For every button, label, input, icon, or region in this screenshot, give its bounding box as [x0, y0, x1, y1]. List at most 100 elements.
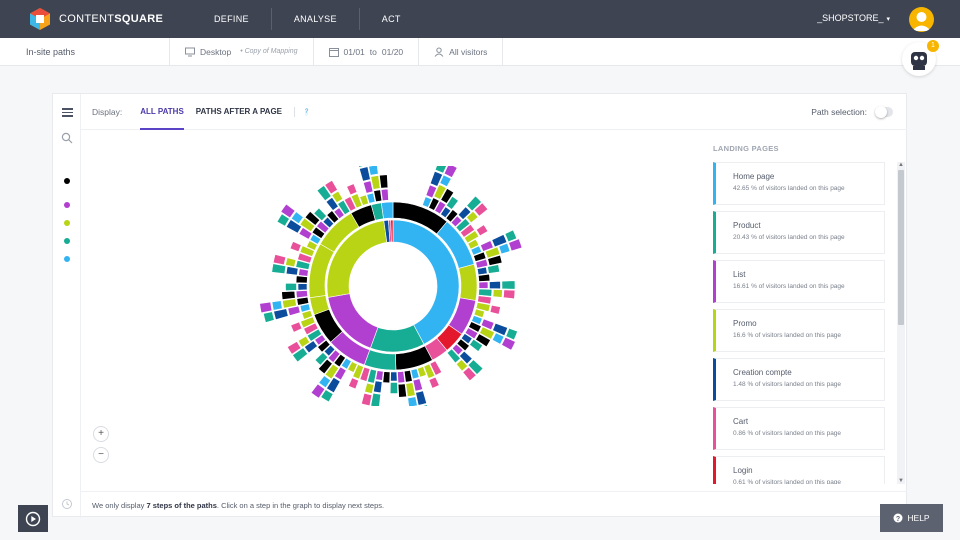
path-step-segment[interactable]: [295, 275, 308, 284]
path-step-segment[interactable]: [415, 390, 427, 406]
path-step-segment[interactable]: [397, 371, 406, 384]
path-step-segment[interactable]: [272, 254, 287, 266]
path-step-segment[interactable]: [487, 264, 500, 274]
desktop-icon: [185, 47, 195, 56]
landing-page-card[interactable]: Creation compte 1.48 % of visitors landed…: [713, 358, 885, 401]
history-icon[interactable]: [61, 498, 73, 510]
user-icon: [912, 12, 931, 31]
path-step-segment[interactable]: [503, 289, 516, 300]
tab-all-paths[interactable]: ALL PATHS: [140, 94, 184, 130]
path-step-segment[interactable]: [429, 170, 444, 187]
path-step-segment[interactable]: [478, 273, 491, 282]
search-icon[interactable]: [61, 132, 73, 144]
help-tooltip-trigger[interactable]: ?: [294, 106, 309, 117]
path-step-segment[interactable]: [285, 266, 299, 276]
landing-page-card[interactable]: Home page 42.65 % of visitors landed on t…: [713, 162, 885, 205]
path-step-segment[interactable]: [504, 229, 518, 243]
path-step-segment[interactable]: [370, 392, 381, 406]
path-step-segment[interactable]: [443, 166, 458, 178]
nav-act[interactable]: ACT: [360, 8, 423, 30]
path-step-segment[interactable]: [390, 371, 398, 382]
path-step-segment[interactable]: [298, 268, 309, 277]
path-step-segment[interactable]: [281, 290, 296, 300]
path-step-segment[interactable]: [271, 300, 283, 311]
path-step-segment[interactable]: [368, 166, 379, 176]
scrollbar-thumb[interactable]: [898, 170, 904, 325]
path-step-segment[interactable]: [290, 321, 303, 333]
segment-label: All visitors: [449, 46, 488, 57]
path-step-segment[interactable]: [476, 266, 488, 276]
path-step-segment[interactable]: [271, 263, 287, 274]
path-step-segment[interactable]: [492, 322, 509, 337]
landing-page-card[interactable]: Cart 0.86 % of visitors landed on this pa…: [713, 407, 885, 450]
path-step-segment[interactable]: [285, 257, 297, 268]
path-step-segment[interactable]: [297, 283, 308, 291]
brand-logo[interactable]: CONTENTSQUARE: [28, 7, 188, 31]
caret-down-icon: ▾: [886, 16, 890, 23]
path-step-segment[interactable]: [359, 166, 371, 182]
path-step-segment[interactable]: [382, 371, 391, 384]
path-step-segment[interactable]: [285, 282, 297, 292]
nav-define[interactable]: DEFINE: [192, 8, 272, 30]
path-step-segment[interactable]: [287, 305, 301, 317]
path-step-segment[interactable]: [397, 383, 407, 398]
path-step-segment[interactable]: [380, 188, 389, 201]
path-step-segment[interactable]: [379, 174, 389, 189]
legend-dot-blue[interactable]: [64, 256, 70, 262]
path-step-segment[interactable]: [362, 180, 374, 194]
user-avatar[interactable]: [909, 7, 934, 32]
path-step-segment[interactable]: [489, 280, 501, 290]
path-step-segment[interactable]: [428, 376, 440, 389]
path-step-segment[interactable]: [475, 224, 489, 237]
landing-page-card[interactable]: List 16.61 % of visitors landed on this p…: [713, 260, 885, 303]
path-step-segment[interactable]: [295, 290, 308, 299]
landing-page-card[interactable]: Login 0.61 % of visitors landed on this p…: [713, 456, 885, 484]
landing-page-card[interactable]: Promo 16.6 % of visitors landed on this p…: [713, 309, 885, 352]
path-step-segment[interactable]: [412, 378, 424, 392]
tab-paths-after-page[interactable]: PATHS AFTER A PAGE: [196, 94, 282, 130]
date-filter[interactable]: 01/01 to 01/20: [314, 37, 420, 66]
zoom-out-button[interactable]: −: [93, 447, 109, 463]
legend-dot-black[interactable]: [64, 178, 70, 184]
replay-button[interactable]: [18, 505, 48, 532]
step-ring-segment[interactable]: [458, 263, 478, 301]
path-step-segment[interactable]: [389, 382, 399, 394]
device-filter[interactable]: Desktop • Copy of Mapping: [170, 37, 314, 66]
path-selection-toggle[interactable]: [875, 106, 893, 118]
path-step-segment[interactable]: [373, 380, 383, 394]
scroll-down-icon[interactable]: ▼: [898, 478, 904, 484]
step-ring-segment[interactable]: [363, 349, 397, 371]
path-step-segment[interactable]: [489, 304, 501, 315]
path-step-segment[interactable]: [364, 382, 375, 394]
side-tools: [53, 94, 81, 518]
zoom-in-button[interactable]: +: [93, 426, 109, 442]
assistant-bot-button[interactable]: 1: [902, 40, 939, 76]
nav-analyse[interactable]: ANALYSE: [272, 8, 360, 30]
menu-icon[interactable]: [62, 108, 73, 117]
legend-dot-teal[interactable]: [64, 238, 70, 244]
landing-ring-segment[interactable]: [370, 324, 425, 353]
path-step-segment[interactable]: [375, 370, 384, 381]
step-ring-segment[interactable]: [380, 201, 394, 220]
path-step-segment[interactable]: [273, 308, 289, 320]
path-step-segment[interactable]: [289, 241, 302, 253]
help-button[interactable]: ? HELP: [880, 504, 943, 532]
legend-dot-purple[interactable]: [64, 202, 70, 208]
path-step-segment[interactable]: [492, 289, 503, 298]
path-step-segment[interactable]: [478, 281, 489, 289]
path-step-segment[interactable]: [263, 311, 275, 323]
path-step-segment[interactable]: [361, 392, 373, 406]
paths-sunburst-chart[interactable]: [253, 166, 533, 406]
landing-pages-scrollbar[interactable]: ▲ ▼: [897, 162, 905, 484]
scroll-up-icon[interactable]: ▲: [898, 162, 904, 168]
store-selector[interactable]: _SHOPSTORE_ ▾: [817, 13, 890, 23]
path-step-segment[interactable]: [348, 377, 360, 390]
landing-page-card[interactable]: Product 20.43 % of visitors landed on thi…: [713, 211, 885, 254]
path-step-segment[interactable]: [346, 183, 358, 196]
path-step-segment[interactable]: [501, 280, 516, 290]
path-step-segment[interactable]: [259, 301, 273, 314]
legend-dot-lime[interactable]: [64, 220, 70, 226]
path-step-segment[interactable]: [478, 288, 493, 297]
path-step-segment[interactable]: [407, 396, 418, 406]
segment-filter[interactable]: All visitors: [419, 37, 504, 66]
